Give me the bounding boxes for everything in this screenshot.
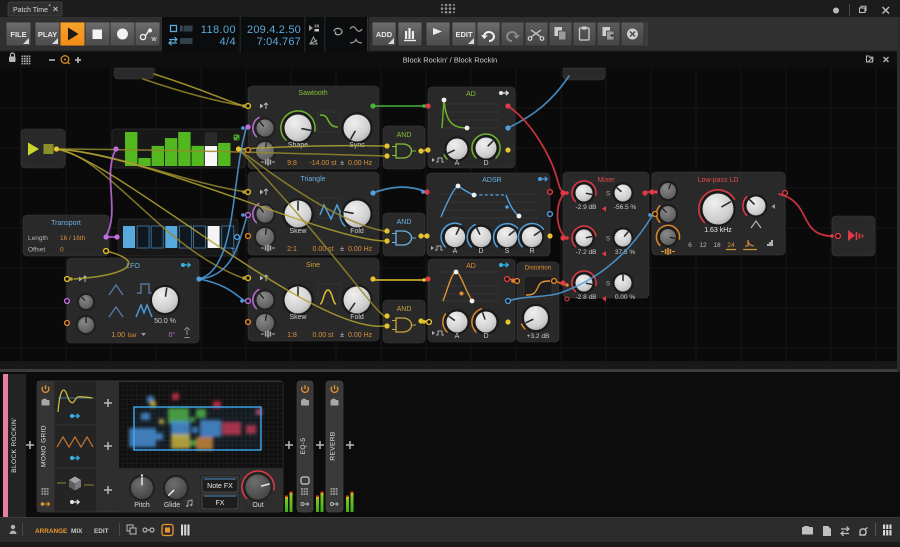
svg-text:±: ± bbox=[340, 330, 344, 339]
svg-text:+3.2 dB: +3.2 dB bbox=[527, 333, 550, 340]
svg-text:-2.9 dB: -2.9 dB bbox=[576, 204, 597, 211]
svg-text:AND: AND bbox=[397, 306, 412, 313]
svg-text:6: 6 bbox=[688, 242, 692, 249]
svg-text:-7.2 dB: -7.2 dB bbox=[576, 249, 597, 256]
svg-text:Length: Length bbox=[28, 235, 48, 242]
svg-text:D: D bbox=[478, 248, 483, 255]
svg-text:Out: Out bbox=[252, 502, 263, 509]
svg-text:118.00: 118.00 bbox=[201, 24, 236, 36]
svg-text:Offset: Offset bbox=[28, 247, 45, 254]
svg-text:7:04.767: 7:04.767 bbox=[257, 36, 301, 48]
svg-text:4/4: 4/4 bbox=[220, 36, 237, 48]
svg-text:1.63 kHz: 1.63 kHz bbox=[704, 227, 732, 234]
svg-text:0°: 0° bbox=[169, 331, 176, 339]
svg-text:0.00 %: 0.00 % bbox=[615, 294, 635, 301]
svg-text:-56.5 %: -56.5 % bbox=[614, 204, 637, 211]
svg-text:0.00 Hz: 0.00 Hz bbox=[348, 332, 373, 339]
svg-text:ADSR: ADSR bbox=[482, 177, 501, 184]
svg-text:D: D bbox=[483, 160, 488, 167]
svg-text:AND: AND bbox=[397, 219, 412, 226]
svg-text:Note FX: Note FX bbox=[207, 483, 233, 490]
svg-text:9:8: 9:8 bbox=[287, 160, 297, 167]
svg-text:AND: AND bbox=[397, 132, 412, 139]
svg-text:18: 18 bbox=[713, 242, 721, 249]
svg-text:16 / 16th: 16 / 16th bbox=[60, 235, 86, 242]
svg-text:-2.8 dB: -2.8 dB bbox=[576, 294, 597, 301]
svg-text:12: 12 bbox=[699, 242, 707, 249]
svg-text:2:1: 2:1 bbox=[287, 246, 297, 253]
svg-text:w: w bbox=[150, 36, 157, 43]
svg-text:Transport: Transport bbox=[51, 220, 81, 227]
svg-text:S: S bbox=[606, 191, 611, 198]
svg-text:1.00: 1.00 bbox=[111, 332, 125, 339]
svg-text:Distortion: Distortion bbox=[525, 265, 552, 272]
svg-text:S: S bbox=[606, 236, 611, 243]
svg-text:EDIT: EDIT bbox=[455, 30, 473, 39]
svg-text:Low-pass LD: Low-pass LD bbox=[698, 177, 739, 184]
svg-text:24: 24 bbox=[727, 242, 735, 249]
svg-text:A: A bbox=[455, 333, 460, 340]
svg-text:Glide: Glide bbox=[164, 502, 180, 509]
svg-text:Fold: Fold bbox=[350, 228, 364, 235]
svg-text:0.00 Hz: 0.00 Hz bbox=[348, 246, 373, 253]
svg-text:Block Rockin' / Block Rockin: Block Rockin' / Block Rockin bbox=[403, 56, 497, 65]
svg-text:0.00 Hz: 0.00 Hz bbox=[348, 160, 373, 167]
svg-text:Triangle: Triangle bbox=[300, 176, 325, 183]
svg-text:ADD: ADD bbox=[376, 30, 393, 39]
svg-text:FILE: FILE bbox=[10, 30, 26, 39]
svg-text:±: ± bbox=[340, 244, 344, 253]
svg-text:MIX: MIX bbox=[71, 528, 83, 535]
svg-text:S: S bbox=[606, 281, 611, 288]
svg-text:1:8: 1:8 bbox=[287, 332, 297, 339]
svg-text:REVERB: REVERB bbox=[330, 431, 337, 460]
svg-text:bar: bar bbox=[128, 333, 137, 339]
svg-text:D: D bbox=[483, 333, 488, 340]
svg-text:AD: AD bbox=[466, 91, 476, 98]
svg-text:S: S bbox=[505, 248, 510, 255]
svg-text:Sine: Sine bbox=[306, 262, 320, 269]
svg-text:Skew: Skew bbox=[289, 228, 307, 235]
svg-text:FX: FX bbox=[216, 500, 225, 507]
svg-text:AD: AD bbox=[466, 263, 476, 270]
svg-text:BLOCK ROCKIN': BLOCK ROCKIN' bbox=[11, 417, 18, 473]
svg-text:R: R bbox=[529, 248, 534, 255]
svg-text:209.4.2.50: 209.4.2.50 bbox=[247, 24, 301, 36]
svg-text:A: A bbox=[453, 248, 458, 255]
svg-text:EDIT: EDIT bbox=[94, 528, 109, 535]
svg-text:Mixer: Mixer bbox=[597, 177, 615, 184]
svg-text:Sawtooth: Sawtooth bbox=[298, 90, 327, 97]
svg-text:0: 0 bbox=[60, 247, 64, 254]
svg-text:Skew: Skew bbox=[289, 314, 307, 321]
svg-text:Pitch: Pitch bbox=[134, 502, 150, 509]
svg-text:A: A bbox=[455, 160, 460, 167]
svg-text:±: ± bbox=[340, 158, 344, 167]
svg-text:PLAY: PLAY bbox=[38, 30, 57, 39]
svg-text:ARRANGE: ARRANGE bbox=[35, 528, 68, 535]
svg-text:Shape: Shape bbox=[288, 142, 308, 149]
svg-text:0.00 st: 0.00 st bbox=[312, 332, 333, 339]
svg-text:Patch Time: Patch Time bbox=[13, 7, 48, 14]
svg-text:50.0 %: 50.0 % bbox=[154, 318, 176, 325]
svg-text:-14.00 st: -14.00 st bbox=[309, 160, 336, 167]
svg-text:Fold: Fold bbox=[350, 314, 364, 321]
svg-text:MONO GRID: MONO GRID bbox=[41, 425, 48, 467]
svg-text:EQ-5: EQ-5 bbox=[300, 438, 307, 455]
